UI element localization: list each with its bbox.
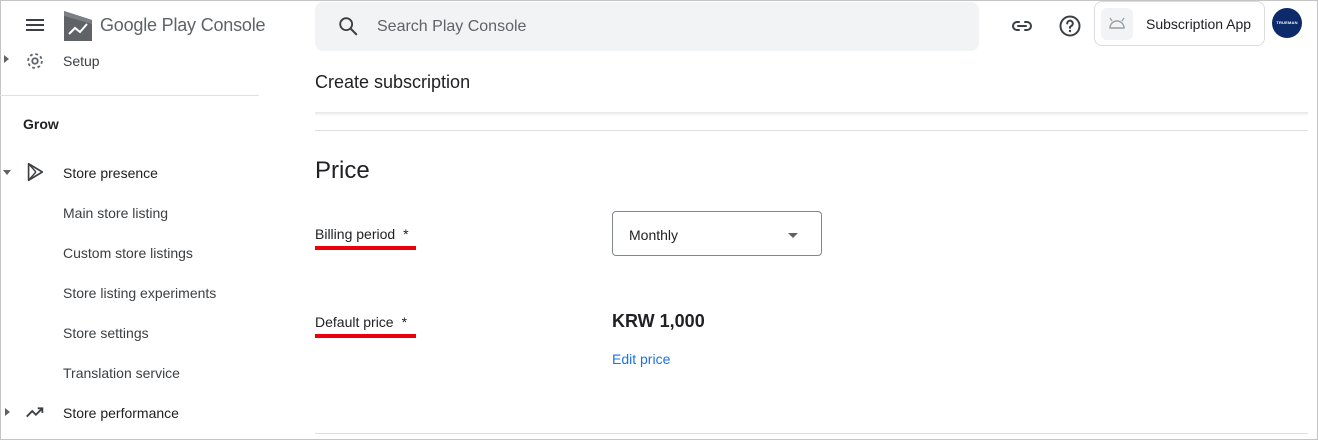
menu-icon-bar [26,29,44,31]
search-icon[interactable] [337,15,359,37]
trending-up-icon [26,407,44,418]
chevron-down-icon[interactable] [3,170,11,175]
app-icon [1101,8,1133,40]
help-icon[interactable] [1058,14,1082,38]
menu-icon-bar [26,19,44,21]
sidebar-item-label: Store performance [63,405,179,421]
app-name: Subscription App [1146,16,1252,32]
brand-prefix: Google Play [100,15,196,35]
default-price-value: KRW 1,000 [612,311,705,331]
section-divider [315,433,1308,434]
sidebar-item-label: Store listing experiments [63,285,217,301]
sidebar-item-label: Translation service [63,365,180,381]
sidebar-item-store-settings[interactable]: Store settings [0,316,260,348]
dropdown-arrow-icon [788,233,798,238]
sidebar-item-translation-service[interactable]: Translation service [0,356,260,388]
page-title: Create subscription [315,72,471,92]
sidebar-item-label: Setup [63,53,100,69]
annotation-underline [315,246,416,250]
billing-period-label: Billing period * [315,226,409,242]
sidebar: Setup Grow Store presence Main store lis… [0,46,260,440]
sidebar-item-store-performance[interactable]: Store performance [0,396,260,428]
header-shadow [315,112,1308,116]
billing-period-select[interactable]: Monthly [612,211,822,256]
brand-suffix: Console [200,15,266,35]
edit-price-link[interactable]: Edit price [612,351,670,367]
search-bar[interactable] [315,2,979,51]
android-icon [1109,17,1125,29]
sidebar-item-custom-store-listings[interactable]: Custom store listings [0,236,260,268]
gear-icon [27,53,43,69]
menu-button[interactable] [22,16,48,38]
billing-period-value: Monthly [629,227,679,243]
sidebar-item-label: Main store listing [63,205,169,221]
required-marker: * [401,314,408,330]
chevron-right-icon[interactable] [5,408,10,416]
sidebar-item-label: Store presence [63,165,158,181]
sidebar-item-store-presence[interactable]: Store presence [0,156,260,188]
default-price-label: Default price * [315,314,407,330]
default-price-label-text: Default price [315,314,394,330]
play-outline-icon [27,162,44,182]
billing-period-label-text: Billing period [315,226,396,242]
play-console-logo-icon[interactable] [63,10,93,42]
section-title-price: Price [315,157,370,184]
annotation-underline [315,334,416,338]
menu-icon-bar [26,24,44,26]
sidebar-item-label: Custom store listings [63,245,193,261]
sidebar-item-store-listing-experiments[interactable]: Store listing experiments [0,276,260,308]
brand-name[interactable]: Google Play Console [100,15,266,36]
sidebar-item-main-store-listing[interactable]: Main store listing [0,196,260,228]
avatar[interactable]: TRUEMAN [1272,8,1302,38]
search-input[interactable] [377,2,957,51]
sidebar-item-label: Store settings [63,325,149,341]
section-divider [315,130,1308,131]
app-switcher[interactable]: Subscription App [1094,1,1265,46]
sidebar-section-title: Grow [23,116,59,132]
sidebar-item-setup[interactable]: Setup [0,48,260,72]
required-marker: * [403,226,409,242]
chevron-right-icon[interactable] [4,55,9,63]
link-icon[interactable] [1010,14,1034,38]
sidebar-divider [0,95,259,96]
